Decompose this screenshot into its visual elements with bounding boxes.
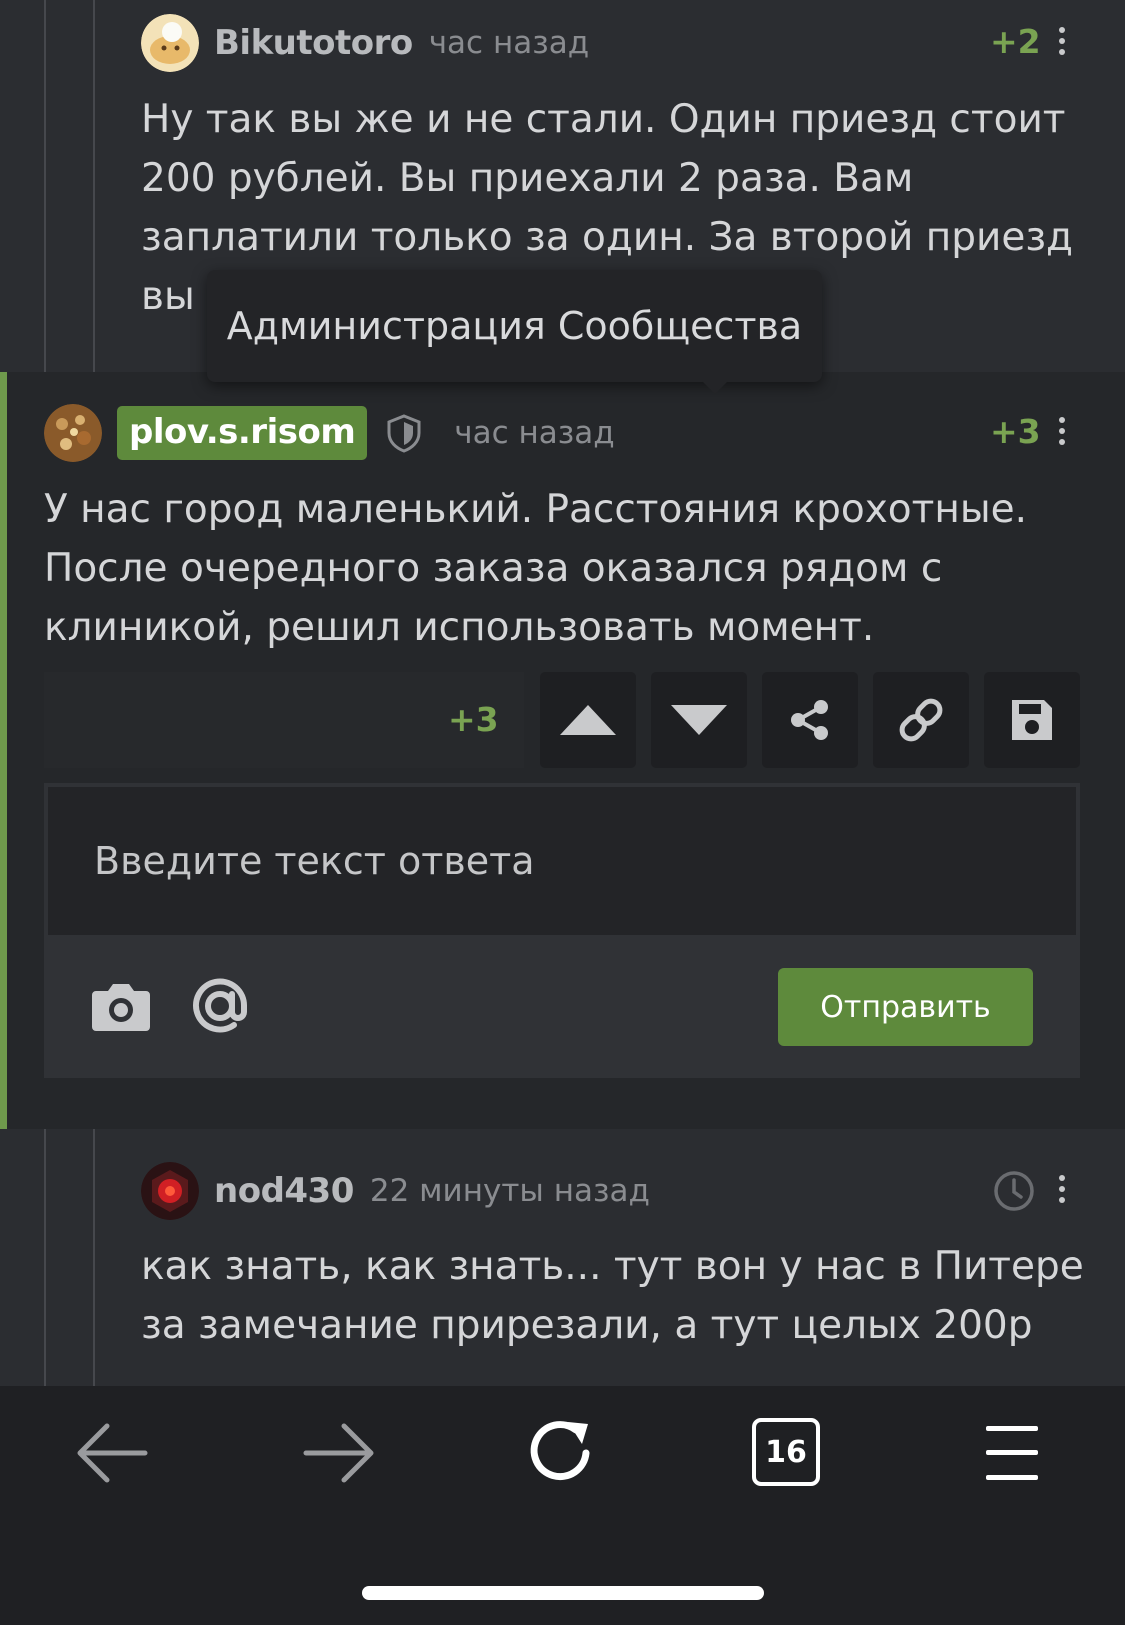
home-indicator	[362, 1586, 764, 1600]
tabs-count-button[interactable]: 16	[752, 1418, 820, 1486]
downvote-icon	[671, 705, 727, 735]
camera-icon[interactable]	[92, 981, 150, 1031]
share-button[interactable]	[762, 672, 858, 768]
avatar[interactable]	[141, 1162, 199, 1220]
save-icon	[1012, 700, 1052, 740]
back-arrow-icon[interactable]	[75, 1420, 149, 1486]
menu-icon[interactable]	[986, 1424, 1038, 1482]
downvote-button[interactable]	[651, 672, 747, 768]
upvote-button[interactable]	[540, 672, 636, 768]
reply-input[interactable]	[48, 787, 1076, 935]
reload-icon[interactable]	[528, 1418, 598, 1488]
comments-page: Bikutotoro час назад +2 Ну так вы же и н…	[0, 0, 1125, 1625]
thread-line	[44, 0, 46, 372]
share-icon	[791, 700, 828, 740]
comment-actions: +3	[44, 672, 1081, 768]
avatar[interactable]	[44, 404, 102, 462]
link-button[interactable]	[873, 672, 969, 768]
comment-header: Bikutotoro час назад	[141, 13, 589, 73]
tooltip: Администрация Сообщества	[207, 270, 822, 394]
comment-rating: +3	[990, 412, 1041, 451]
username-badge[interactable]: plov.s.risom	[117, 406, 368, 460]
upvote-icon	[560, 705, 616, 735]
thread-line	[93, 0, 95, 372]
browser-toolbar: 16	[0, 1386, 1125, 1625]
username[interactable]: Bikutotoro	[214, 23, 413, 63]
thread-line	[44, 1129, 46, 1386]
link-icon	[899, 698, 943, 742]
comment-time: 22 минуты назад	[369, 1173, 650, 1209]
more-menu-icon[interactable]	[1057, 417, 1067, 451]
reply-box: Отправить	[44, 783, 1080, 1078]
highlight-bar	[0, 372, 7, 1129]
comment-text: У нас город маленький. Расстояния крохот…	[44, 487, 1028, 650]
username[interactable]: nod430	[214, 1171, 354, 1211]
save-button[interactable]	[984, 672, 1080, 768]
forward-arrow-icon[interactable]	[302, 1420, 376, 1486]
moderator-shield-icon[interactable]	[384, 413, 424, 453]
comment-text: как знать, как знать... тут вон у нас в …	[141, 1244, 1084, 1348]
comment-time: час назад	[428, 25, 590, 61]
mention-icon[interactable]	[190, 976, 250, 1036]
comment-time: час назад	[454, 415, 615, 451]
comment-header: plov.s.risom час назад	[44, 403, 615, 463]
more-menu-icon[interactable]	[1057, 27, 1067, 61]
clock-icon	[994, 1171, 1034, 1211]
send-button[interactable]: Отправить	[778, 968, 1033, 1046]
more-menu-icon[interactable]	[1057, 1175, 1067, 1209]
avatar[interactable]	[141, 14, 199, 72]
comment-header: nod430 22 минуты назад	[141, 1161, 650, 1221]
thread-line	[93, 1129, 95, 1386]
action-rating: +3	[448, 700, 499, 739]
comment-rating: +2	[990, 22, 1041, 61]
